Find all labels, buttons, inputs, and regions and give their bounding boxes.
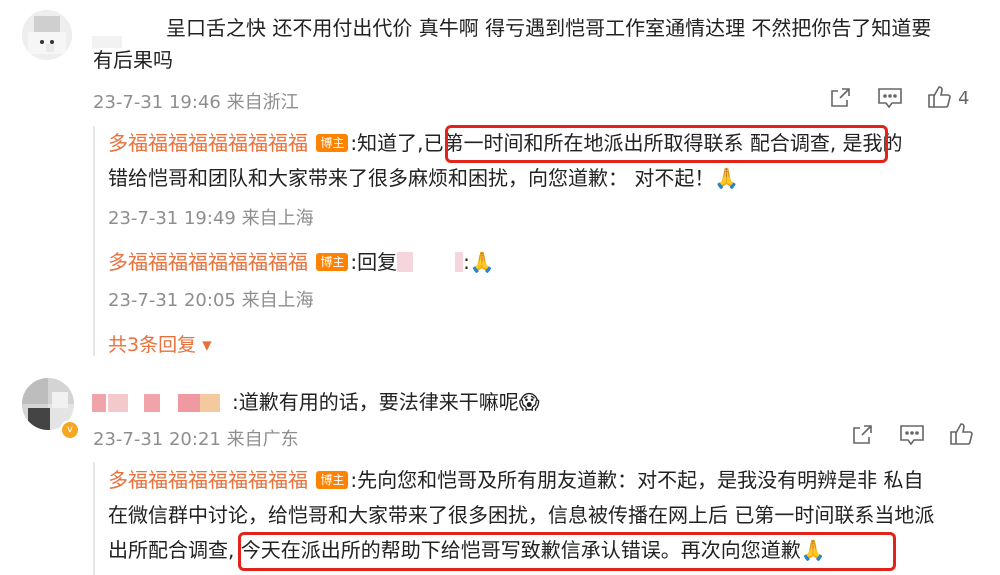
reply-text: :🙏 xyxy=(463,250,495,274)
reply-thread-bar xyxy=(93,462,95,575)
comment-icon[interactable] xyxy=(877,86,903,114)
blogger-badge: 博主 xyxy=(316,253,349,271)
blurred-name xyxy=(397,252,464,272)
share-icon[interactable] xyxy=(850,423,874,451)
blur-patch xyxy=(46,44,54,52)
reply-meta: 23-7-31 19:49 来自上海 xyxy=(108,208,314,229)
reply-text: 错给恺哥和团队和大家带来了很多麻烦和困扰，向您道歉： 对不起！🙏 xyxy=(108,166,740,190)
like-icon[interactable] xyxy=(926,84,952,114)
verified-icon: v xyxy=(60,420,80,440)
comment-meta: 23-7-31 19:46 来自浙江 xyxy=(93,92,299,113)
share-icon[interactable] xyxy=(828,86,852,114)
reply-thread-bar xyxy=(93,126,95,356)
reply: 多福福福福福福福福福 博主:回复 :🙏 xyxy=(108,246,495,278)
like-icon[interactable] xyxy=(948,421,974,451)
reply-text: :知道了, xyxy=(350,131,424,155)
comment-text: 有后果吗 xyxy=(93,48,173,72)
comment-text: :道歉有用的话，要法律来干嘛呢😱 xyxy=(232,390,540,414)
blurred-username[interactable] xyxy=(92,394,226,412)
comment-text: 呈口舌之快 还不用付出代价 真牛啊 得亏遇到恺哥工作室通情达理 不然把你告了知道… xyxy=(166,16,932,40)
avatar[interactable] xyxy=(22,10,72,60)
reply-text: :先向您和恺哥及所有朋友道歉：对不起，是我没有明辨是非 私自 xyxy=(350,468,924,492)
blogger-badge: 博主 xyxy=(316,134,349,152)
more-replies-link[interactable]: 共3条回复 ▾ xyxy=(108,330,212,357)
reply-meta: 23-7-31 20:05 来自上海 xyxy=(108,290,314,311)
reply-text: 在微信群中讨论，给恺哥和大家带来了很多困扰，信息被传播在网上后 已第一时间联系当… xyxy=(108,503,935,527)
highlight-box xyxy=(238,532,896,571)
author-name[interactable]: 多福福福福福福福福福 xyxy=(108,468,308,492)
reply: 多福福福福福福福福福 博主:先向您和恺哥及所有朋友道歉：对不起，是我没有明辨是非… xyxy=(108,464,923,496)
blogger-badge: 博主 xyxy=(316,471,349,489)
like-count: 4 xyxy=(958,88,970,109)
highlight-box xyxy=(445,125,888,163)
comment-icon[interactable] xyxy=(899,423,925,451)
reply-text: 出所配合调查, xyxy=(108,538,235,562)
author-name[interactable]: 多福福福福福福福福福 xyxy=(108,131,308,155)
reply-text: :回复 xyxy=(350,250,398,274)
comment-meta: 23-7-31 20:21 来自广东 xyxy=(93,429,299,450)
author-name[interactable]: 多福福福福福福福福福 xyxy=(108,250,308,274)
